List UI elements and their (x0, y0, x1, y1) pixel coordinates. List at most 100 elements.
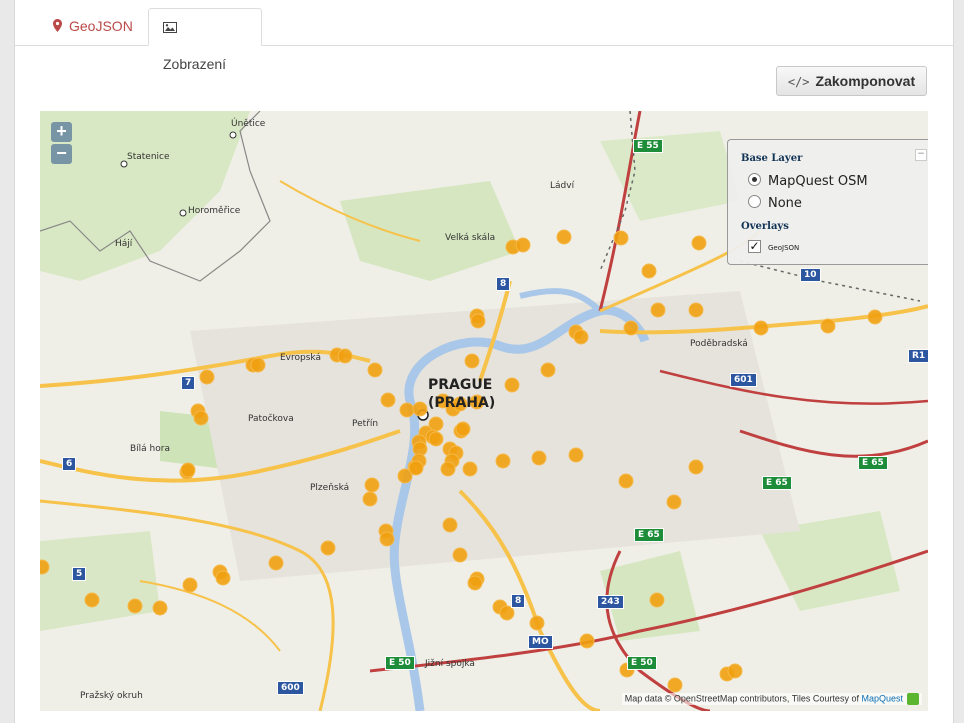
geojson-point-marker[interactable] (618, 473, 634, 489)
road-label: Pražský okruh (80, 691, 143, 701)
road-shield: E 55 (633, 139, 663, 153)
tab-bar: GeoJSON Zobrazení (15, 8, 953, 72)
attribution-link[interactable]: MapQuest (861, 693, 903, 703)
geojson-point-marker[interactable] (573, 329, 589, 345)
geojson-point-marker[interactable] (442, 517, 458, 533)
road-shield: MO (528, 635, 553, 649)
geojson-point-marker[interactable] (579, 633, 595, 649)
geojson-point-marker[interactable] (320, 540, 336, 556)
geojson-point-marker[interactable] (215, 570, 231, 586)
geojson-point-marker[interactable] (650, 302, 666, 318)
geojson-point-marker[interactable] (455, 421, 471, 437)
geojson-point-marker[interactable] (380, 392, 396, 408)
geojson-point-marker[interactable] (412, 401, 428, 417)
geojson-point-marker[interactable] (40, 559, 50, 575)
minimize-icon[interactable]: − (915, 149, 927, 161)
place-label: Bílá hora (130, 444, 170, 454)
geojson-point-marker[interactable] (84, 592, 100, 608)
tab-geojson-label: GeoJSON (69, 18, 133, 34)
geojson-point-marker[interactable] (152, 600, 168, 616)
city-label: PRAGUE (428, 377, 493, 393)
geojson-point-marker[interactable] (268, 555, 284, 571)
geojson-point-marker[interactable] (499, 605, 515, 621)
geojson-point-marker[interactable] (641, 263, 657, 279)
geojson-point-marker[interactable] (467, 575, 483, 591)
road-shield: 6 (62, 457, 77, 471)
overlays-heading: Overlays (741, 221, 789, 232)
geojson-point-marker[interactable] (515, 237, 531, 253)
geojson-point-marker[interactable] (568, 447, 584, 463)
geojson-point-marker[interactable] (428, 431, 444, 447)
geojson-point-marker[interactable] (867, 309, 883, 325)
geojson-point-marker[interactable] (250, 357, 266, 373)
mapquest-logo-icon (907, 693, 919, 705)
geojson-point-marker[interactable] (691, 235, 707, 251)
geojson-point-marker[interactable] (440, 461, 456, 477)
road-label: Poděbradská (690, 339, 748, 349)
base-layer-radio-mapquest[interactable] (748, 173, 761, 186)
place-label: Velká skála (445, 233, 496, 243)
geojson-point-marker[interactable] (649, 592, 665, 608)
geojson-point-marker[interactable] (531, 450, 547, 466)
geojson-point-marker[interactable] (193, 410, 209, 426)
place-label: Horoměřice (188, 206, 241, 216)
road-label: Plzeňská (310, 483, 350, 493)
geojson-point-marker[interactable] (504, 377, 520, 393)
geojson-point-marker[interactable] (470, 313, 486, 329)
geojson-point-marker[interactable] (495, 453, 511, 469)
base-layer-heading: Base Layer (741, 153, 803, 164)
geojson-point-marker[interactable] (613, 230, 629, 246)
geojson-point-marker[interactable] (452, 547, 468, 563)
geojson-point-marker[interactable] (753, 320, 769, 336)
geojson-point-marker[interactable] (727, 663, 743, 679)
zoom-in-button[interactable]: + (51, 122, 72, 142)
road-shield: 8 (511, 594, 526, 608)
tab-geojson[interactable]: GeoJSON (39, 8, 147, 44)
geojson-point-marker[interactable] (666, 494, 682, 510)
code-icon: </> (787, 75, 810, 89)
base-layer-label: MapQuest OSM (768, 174, 868, 189)
geojson-point-marker[interactable] (556, 229, 572, 245)
geojson-point-marker[interactable] (464, 353, 480, 369)
geojson-point-marker[interactable] (367, 362, 383, 378)
geojson-point-marker[interactable] (462, 461, 478, 477)
place-label: Petřín (352, 419, 379, 429)
geojson-point-marker[interactable] (399, 402, 415, 418)
geojson-point-marker[interactable] (623, 320, 639, 336)
overlay-checkbox-geojson[interactable]: ✓ (748, 240, 761, 253)
geojson-point-marker[interactable] (820, 318, 836, 334)
geojson-point-marker[interactable] (199, 369, 215, 385)
embed-button[interactable]: </> Zakomponovat (776, 66, 927, 96)
geojson-point-marker[interactable] (337, 348, 353, 364)
tab-zobrazeni[interactable]: Zobrazení (148, 8, 262, 72)
tab-zobrazeni-label: Zobrazení (163, 56, 227, 73)
city-label: (PRAHA) (428, 395, 496, 411)
road-shield: 7 (181, 376, 196, 390)
geojson-point-marker[interactable] (127, 598, 143, 614)
place-label: Statenice (127, 152, 170, 162)
road-label: Jižní spojka (425, 659, 475, 669)
geojson-point-marker[interactable] (688, 459, 704, 475)
road-shield: R1 (908, 349, 928, 363)
geojson-point-marker[interactable] (540, 362, 556, 378)
geojson-point-marker[interactable] (379, 531, 395, 547)
geojson-point-marker[interactable] (362, 491, 378, 507)
road-shield: E 65 (858, 456, 888, 470)
road-shield: E 50 (627, 656, 657, 670)
map-attribution: Map data © OpenStreetMap contributors, T… (621, 693, 922, 705)
content-panel: GeoJSON Zobrazení </> Zakomponovat Úněti… (14, 0, 954, 723)
place-label: Únětice (231, 119, 266, 129)
base-layer-radio-none[interactable] (748, 195, 761, 208)
road-shield: 600 (277, 681, 304, 695)
map-view[interactable]: Únětice Statenice Horoměřice Hájí Ládví … (40, 111, 928, 711)
geojson-point-marker[interactable] (408, 460, 424, 476)
zoom-out-button[interactable]: − (51, 144, 72, 164)
map-marker-icon (53, 9, 62, 45)
geojson-point-marker[interactable] (529, 615, 545, 631)
geojson-point-marker[interactable] (364, 477, 380, 493)
geojson-point-marker[interactable] (182, 577, 198, 593)
attribution-text: Map data © OpenStreetMap contributors, T… (624, 693, 859, 704)
geojson-point-marker[interactable] (688, 302, 704, 318)
geojson-point-marker[interactable] (180, 462, 196, 478)
geojson-point-marker[interactable] (667, 677, 683, 693)
